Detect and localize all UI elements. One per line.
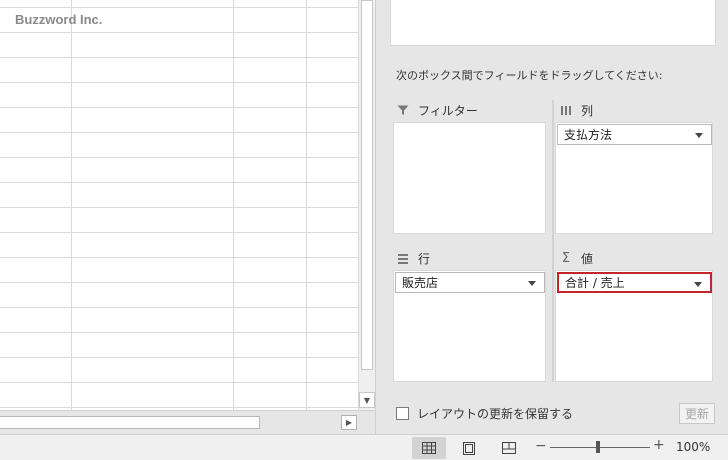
row-gridline — [0, 307, 358, 308]
update-button[interactable]: 更新 — [679, 403, 715, 424]
pivot-field-pane: 次のボックス間でフィールドをドラッグしてください: フィルター 列 支払方法 行… — [375, 0, 728, 434]
columns-area-header: 列 — [559, 102, 593, 119]
zoom-out-button[interactable]: − — [535, 438, 547, 454]
horizontal-scroll-thumb[interactable] — [0, 416, 260, 429]
zoom-slider-thumb[interactable] — [596, 441, 600, 453]
values-drop-area[interactable]: 合計 / 売上 — [555, 270, 713, 382]
page-layout-icon — [463, 441, 475, 455]
zoom-in-button[interactable]: + — [653, 437, 665, 453]
field-list[interactable] — [390, 0, 716, 46]
spreadsheet-grid[interactable]: Buzzword Inc. — [0, 0, 358, 410]
sigma-icon: Σ — [561, 251, 571, 266]
page-break-icon — [502, 442, 516, 454]
row-gridline — [0, 282, 358, 283]
defer-update-row: レイアウトの更新を保留する — [396, 405, 573, 422]
filter-drop-area[interactable] — [393, 122, 546, 234]
filter-area-label: フィルター — [418, 104, 478, 118]
row-field-label: 販売店 — [402, 276, 439, 290]
row-gridline — [0, 107, 358, 108]
row-gridline — [0, 232, 358, 233]
column-gridline — [306, 0, 307, 410]
row-field-chip[interactable]: 販売店 — [395, 272, 545, 293]
value-field-label: 合計 / 売上 — [565, 276, 625, 290]
row-gridline — [0, 257, 358, 258]
page-layout-view-button[interactable] — [452, 437, 486, 459]
filter-icon — [396, 105, 410, 117]
values-area-label: 値 — [581, 252, 594, 266]
scroll-down-button[interactable]: ▼ — [359, 392, 375, 408]
row-gridline — [0, 7, 358, 8]
row-gridline — [0, 207, 358, 208]
defer-update-label[interactable]: レイアウトの更新を保留する — [417, 405, 573, 422]
row-gridline — [0, 57, 358, 58]
zoom-level[interactable]: 100% — [676, 440, 710, 454]
rows-drop-area[interactable]: 販売店 — [393, 270, 546, 382]
horizontal-scrollbar[interactable]: ▶ — [0, 410, 375, 434]
triangle-down-icon: ▼ — [363, 395, 371, 405]
status-bar: − + 100% — [0, 434, 728, 460]
grid-view-icon — [422, 442, 436, 454]
columns-area-label: 列 — [581, 104, 594, 118]
columns-drop-area[interactable]: 支払方法 — [555, 122, 713, 234]
chevron-down-icon[interactable] — [528, 281, 536, 286]
column-gridline — [71, 0, 72, 410]
row-gridline — [0, 357, 358, 358]
filter-area-header: フィルター — [396, 102, 478, 119]
rows-icon — [396, 253, 410, 265]
value-field-chip[interactable]: 合計 / 売上 — [557, 272, 712, 293]
row-gridline — [0, 182, 358, 183]
chevron-down-icon[interactable] — [694, 282, 702, 287]
row-gridline — [0, 82, 358, 83]
zoom-slider-track[interactable] — [550, 447, 650, 448]
defer-update-checkbox[interactable] — [396, 407, 409, 420]
area-divider-vertical — [552, 100, 554, 382]
column-field-label: 支払方法 — [564, 128, 613, 142]
columns-icon — [559, 105, 573, 117]
row-gridline — [0, 332, 358, 333]
row-gridline — [0, 382, 358, 383]
row-gridline — [0, 157, 358, 158]
vertical-scrollbar[interactable]: ▼ — [358, 0, 375, 410]
values-area-header: Σ 値 — [559, 250, 593, 267]
column-gridline — [233, 0, 234, 410]
column-field-chip[interactable]: 支払方法 — [557, 124, 712, 145]
row-gridline — [0, 407, 358, 408]
row-gridline — [0, 132, 358, 133]
watermark-text: Buzzword Inc. — [15, 12, 103, 27]
drag-instruction: 次のボックス間でフィールドをドラッグしてください: — [396, 69, 663, 82]
row-gridline — [0, 32, 358, 33]
normal-view-button[interactable] — [412, 437, 446, 459]
chevron-down-icon[interactable] — [695, 133, 703, 138]
rows-area-label: 行 — [418, 252, 431, 266]
page-break-view-button[interactable] — [492, 437, 526, 459]
triangle-right-icon: ▶ — [345, 418, 353, 427]
vertical-scroll-thumb[interactable] — [361, 0, 373, 370]
scroll-right-button[interactable]: ▶ — [341, 415, 357, 430]
rows-area-header: 行 — [396, 250, 430, 267]
